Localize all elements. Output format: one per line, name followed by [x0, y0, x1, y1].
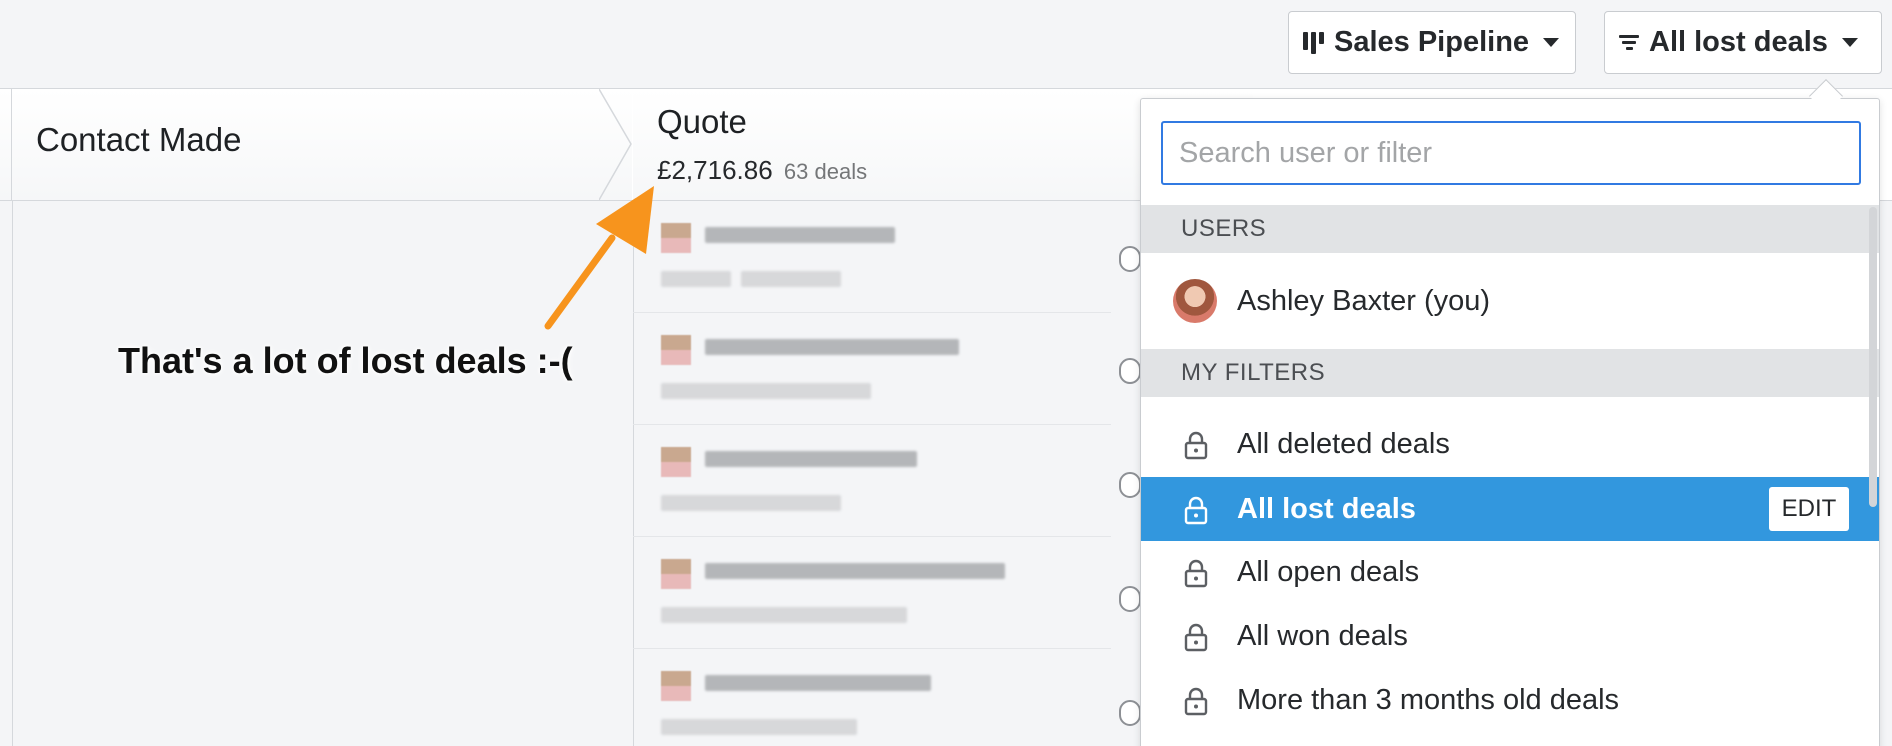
deal-owner-avatar-blurred [661, 335, 691, 365]
stage-deal-count: 63 deals [783, 159, 868, 184]
deal-title-blurred [705, 563, 1005, 579]
pipeline-icon [1303, 31, 1324, 54]
deal-title-blurred [705, 227, 895, 243]
stage-title: Quote [657, 103, 747, 140]
annotation-text: That's a lot of lost deals :-( [118, 340, 573, 381]
user-item-label: Ashley Baxter (you) [1237, 284, 1491, 317]
filter-item-all-open-deals[interactable]: All open deals [1141, 540, 1879, 604]
deal-meta-blurred [741, 271, 841, 287]
lock-icon [1184, 496, 1208, 525]
lock-icon [1184, 687, 1208, 716]
deal-activity-chip[interactable] [1119, 358, 1141, 384]
deal-activity-chip[interactable] [1119, 586, 1141, 612]
users-section-header: USERS [1141, 205, 1879, 253]
filter-item-all-won-deals[interactable]: All won deals [1141, 604, 1879, 668]
deal-meta-blurred [661, 495, 841, 511]
filter-icon [1619, 35, 1639, 50]
deal-meta-blurred [661, 383, 871, 399]
filter-item-label: All open deals [1237, 555, 1420, 588]
deal-title-blurred [705, 675, 931, 691]
previous-stage-edge [0, 89, 12, 200]
user-item-ashley-baxter[interactable]: Ashley Baxter (you) [1141, 269, 1879, 333]
pipeline-selector-label: Sales Pipeline [1334, 26, 1530, 58]
filter-selector-button[interactable]: All lost deals [1604, 11, 1882, 74]
pipeline-selector-button[interactable]: Sales Pipeline [1288, 11, 1576, 74]
deal-activity-chip[interactable] [1119, 472, 1141, 498]
deal-meta-blurred [661, 607, 907, 623]
caret-down-icon [1841, 38, 1858, 47]
filter-item-all-lost-deals[interactable]: All lost deals EDIT [1141, 477, 1879, 541]
deal-card[interactable] [633, 537, 1111, 649]
filter-item-label: More than 3 months old deals [1237, 683, 1620, 716]
search-input[interactable] [1161, 121, 1861, 185]
deal-meta-blurred [661, 719, 857, 735]
column-divider [12, 200, 13, 746]
top-toolbar: Sales Pipeline All lost deals [0, 0, 1892, 90]
deal-title-blurred [705, 451, 917, 467]
stage-contact-made[interactable]: Contact Made [12, 89, 632, 200]
filter-dropdown-panel: USERS Ashley Baxter (you) MY FILTERS All… [1140, 98, 1880, 746]
filter-item-all-deleted-deals[interactable]: All deleted deals [1141, 412, 1879, 476]
stage-total-value: £2,716.86 [657, 155, 773, 185]
deal-owner-avatar-blurred [661, 559, 691, 589]
caret-down-icon [1543, 38, 1560, 47]
filter-item-label: All lost deals [1237, 492, 1416, 525]
lock-icon [1184, 559, 1208, 588]
stage-title: Contact Made [36, 121, 242, 158]
lock-icon [1184, 431, 1208, 460]
my-filters-section-header: MY FILTERS [1141, 349, 1879, 397]
lock-icon [1184, 623, 1208, 652]
deal-activity-chip[interactable] [1119, 246, 1141, 272]
stage-summary: £2,716.86 63 deals [657, 155, 867, 186]
deal-owner-avatar-blurred [661, 671, 691, 701]
stage-separator-chevron [599, 89, 632, 200]
avatar [1173, 279, 1217, 323]
filter-item-label: All deleted deals [1237, 427, 1450, 460]
filter-item-older-than-3-months[interactable]: More than 3 months old deals [1141, 668, 1879, 732]
deal-owner-avatar-blurred [661, 223, 691, 253]
deal-card[interactable] [633, 649, 1111, 746]
deal-activity-chip[interactable] [1119, 700, 1141, 726]
edit-filter-button[interactable]: EDIT [1769, 487, 1849, 531]
deal-card[interactable] [633, 201, 1111, 313]
deal-owner-avatar-blurred [661, 447, 691, 477]
deal-meta-blurred [661, 271, 731, 287]
filter-item-label: All won deals [1237, 619, 1408, 652]
deal-title-blurred [705, 339, 959, 355]
dropdown-scrollbar[interactable] [1869, 207, 1877, 507]
deal-card[interactable] [633, 313, 1111, 425]
deal-card[interactable] [633, 425, 1111, 537]
quote-deal-column [633, 201, 1111, 746]
filter-selector-label: All lost deals [1649, 26, 1828, 58]
